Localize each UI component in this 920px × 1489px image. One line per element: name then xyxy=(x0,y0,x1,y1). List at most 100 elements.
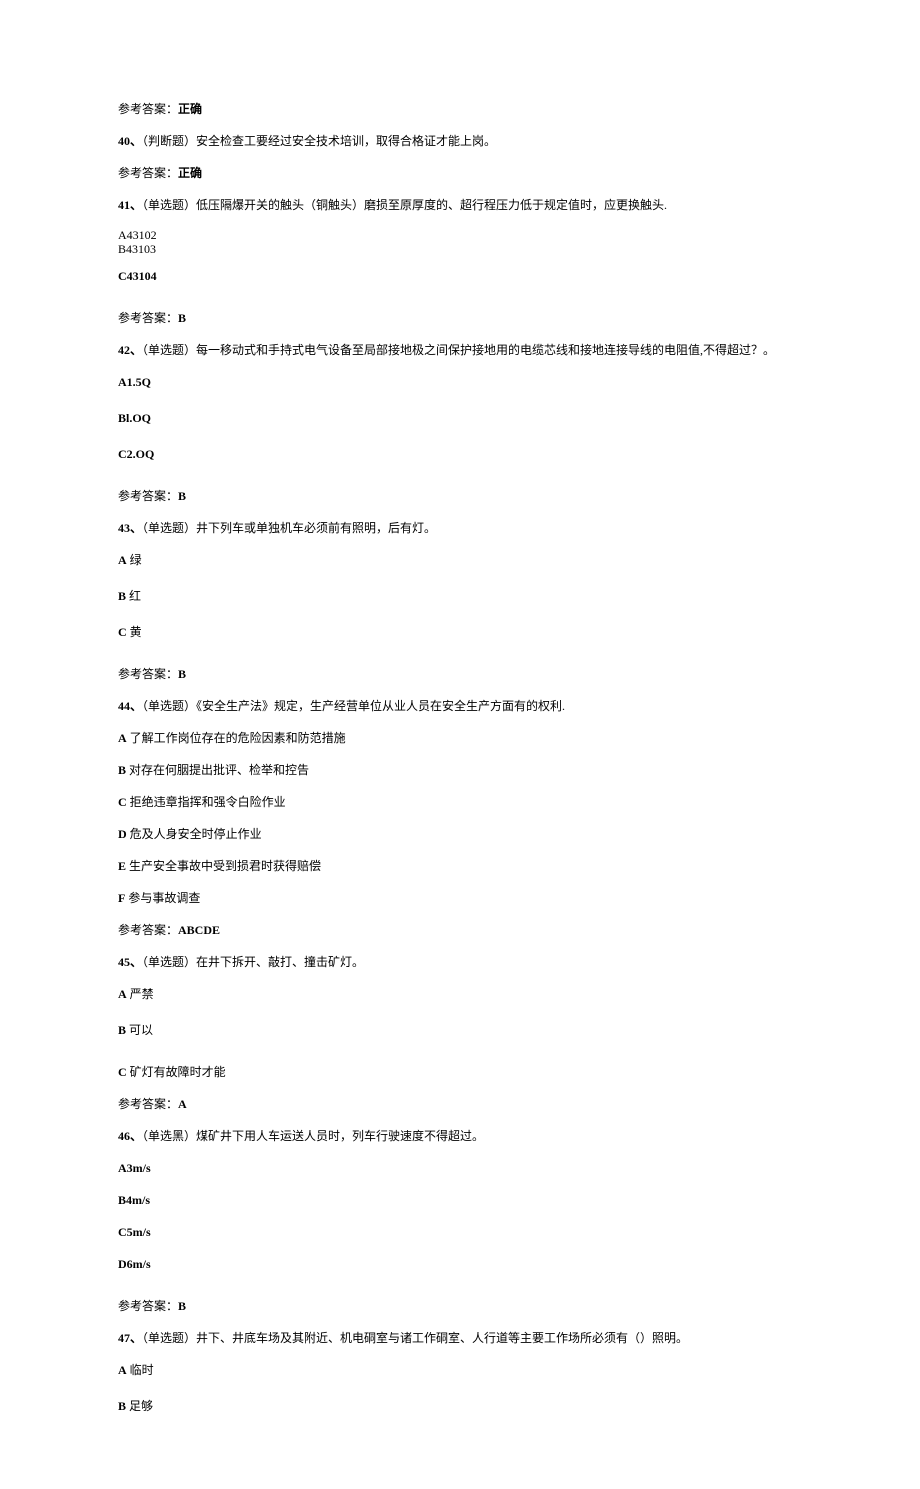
option-letter: B xyxy=(118,589,126,603)
option-a: A 了解工作岗位存在的危险因素和防范措施 xyxy=(118,729,802,747)
question-42: 42、（单选题）每一移动式和手持式电气设备至局部接地极之间保护接地用的电缆芯线和… xyxy=(118,341,802,359)
option-a: A 绿 xyxy=(118,551,802,569)
answer-value: B xyxy=(178,667,186,681)
question-40: 40、（判断题）安全检查工要经过安全技术培训，取得合格证才能上岗。 xyxy=(118,132,802,150)
question-text: 低压隔爆开关的触头（铜触头）磨损至原厚度的、超行程压力低于规定值时，应更换触头. xyxy=(196,198,667,212)
question-type: （单选题） xyxy=(142,699,196,713)
question-type: （单选黑） xyxy=(142,1129,196,1143)
option-b: B4m/s xyxy=(118,1191,802,1209)
option-f: F 参与事故调查 xyxy=(118,889,802,907)
question-46: 46、（单选黑）煤矿井下用人车运送人员时，列车行驶速度不得超过。 xyxy=(118,1127,802,1145)
option-text: 足够 xyxy=(126,1399,153,1413)
option-letter: D xyxy=(118,827,127,841)
option-letter: B xyxy=(118,1023,126,1037)
option-a: A43102 xyxy=(118,228,802,242)
option-d: D6m/s xyxy=(118,1255,802,1273)
question-number: 46、 xyxy=(118,1129,142,1143)
answer-44: 参考答案：ABCDE xyxy=(118,921,802,939)
answer-label: 参考答案： xyxy=(118,1097,178,1111)
option-a: A 严禁 xyxy=(118,985,802,1003)
question-number: 47、 xyxy=(118,1331,142,1345)
answer-value: A xyxy=(178,1097,187,1111)
option-a: A 临时 xyxy=(118,1361,802,1379)
option-c: C 拒绝违章指挥和强令白险作业 xyxy=(118,793,802,811)
answer-label: 参考答案： xyxy=(118,667,178,681)
question-44: 44、（单选题）《安全生产法》规定，生产经营单位从业人员在安全生产方面有的权利. xyxy=(118,697,802,715)
answer-46: 参考答案：B xyxy=(118,1297,802,1315)
option-text: 红 xyxy=(126,589,141,603)
question-43: 43、（单选题）井下列车或单独机车必须前有照明，后有灯。 xyxy=(118,519,802,537)
option-text: 了解工作岗位存在的危险因素和防范措施 xyxy=(127,731,346,745)
question-type: （单选题） xyxy=(142,1331,196,1345)
option-letter: A xyxy=(118,553,127,567)
option-letter: A xyxy=(118,1363,127,1377)
question-number: 41、 xyxy=(118,198,142,212)
answer-label: 参考答案： xyxy=(118,166,178,180)
answer-label: 参考答案： xyxy=(118,489,178,503)
option-a: A1.5Q xyxy=(118,373,802,391)
option-b: B 足够 xyxy=(118,1397,802,1415)
option-text: 黄 xyxy=(127,625,142,639)
question-type: （单选题） xyxy=(142,343,196,357)
option-b: B 红 xyxy=(118,587,802,605)
answer-label: 参考答案： xyxy=(118,311,178,325)
option-text: 严禁 xyxy=(127,987,154,1001)
answer-value: ABCDE xyxy=(178,923,220,937)
answer-label: 参考答案： xyxy=(118,102,178,116)
option-letter: A xyxy=(118,987,127,1001)
question-type: （单选题） xyxy=(142,198,196,212)
option-d: D 危及人身安全时停止作业 xyxy=(118,825,802,843)
option-text: 生产安全事故中受到损君时获得赔偿 xyxy=(126,859,321,873)
question-text: 井下、井底车场及其附近、机电硐室与诸工作硐室、人行道等主要工作场所必须有（）照明… xyxy=(196,1331,688,1345)
option-letter: A xyxy=(118,731,127,745)
question-41: 41、（单选题）低压隔爆开关的触头（铜触头）磨损至原厚度的、超行程压力低于规定值… xyxy=(118,196,802,214)
option-text: 拒绝违章指挥和强令白险作业 xyxy=(127,795,286,809)
question-text: 井下列车或单独机车必须前有照明，后有灯。 xyxy=(196,521,436,535)
question-text: 每一移动式和手持式电气设备至局部接地极之间保护接地用的电缆芯线和接地连接导线的电… xyxy=(196,343,775,357)
answer-41: 参考答案：B xyxy=(118,309,802,327)
option-c: C 矿灯有故障时才能 xyxy=(118,1063,802,1081)
question-text: 安全检查工要经过安全技术培训，取得合格证才能上岗。 xyxy=(196,134,496,148)
option-letter: B xyxy=(118,763,126,777)
option-e: E 生产安全事故中受到损君时获得赔偿 xyxy=(118,857,802,875)
answer-value: 正确 xyxy=(178,102,202,116)
answer-43: 参考答案：B xyxy=(118,665,802,683)
answer-40: 参考答案：正确 xyxy=(118,164,802,182)
option-text: 对存在何胭提出批评、检举和控告 xyxy=(126,763,309,777)
answer-value: 正确 xyxy=(178,166,202,180)
question-type: （单选题） xyxy=(142,955,196,969)
question-45: 45、（单选题）在井下拆开、敲打、撞击矿灯。 xyxy=(118,953,802,971)
option-text: 危及人身安全时停止作业 xyxy=(127,827,262,841)
question-text: 《安全生产法》规定，生产经营单位从业人员在安全生产方面有的权利. xyxy=(196,699,565,713)
option-text: 矿灯有故障时才能 xyxy=(127,1065,226,1079)
answer-39: 参考答案：正确 xyxy=(118,100,802,118)
option-b: B 可以 xyxy=(118,1021,802,1039)
answer-45: 参考答案：A xyxy=(118,1095,802,1113)
question-41-options-ab: A43102 B43103 xyxy=(118,228,802,257)
question-number: 44、 xyxy=(118,699,142,713)
answer-value: B xyxy=(178,489,186,503)
option-b: Bl.OQ xyxy=(118,409,802,427)
question-47: 47、（单选题）井下、井底车场及其附近、机电硐室与诸工作硐室、人行道等主要工作场… xyxy=(118,1329,802,1347)
option-text: 绿 xyxy=(127,553,142,567)
question-type: （判断题） xyxy=(142,134,196,148)
option-letter: C xyxy=(118,795,127,809)
option-letter: B xyxy=(118,1399,126,1413)
option-c: C 黄 xyxy=(118,623,802,641)
answer-label: 参考答案： xyxy=(118,923,178,937)
option-letter: C xyxy=(118,1065,127,1079)
option-text: 可以 xyxy=(126,1023,153,1037)
answer-42: 参考答案：B xyxy=(118,487,802,505)
option-c: C2.OQ xyxy=(118,445,802,463)
option-a: A3m/s xyxy=(118,1159,802,1177)
question-text: 在井下拆开、敲打、撞击矿灯。 xyxy=(196,955,364,969)
option-b: B43103 xyxy=(118,242,802,256)
option-letter: C xyxy=(118,625,127,639)
question-number: 45、 xyxy=(118,955,142,969)
option-text: 临时 xyxy=(127,1363,154,1377)
option-c: C5m/s xyxy=(118,1223,802,1241)
answer-value: B xyxy=(178,311,186,325)
option-letter: E xyxy=(118,859,126,873)
option-text: 参与事故调查 xyxy=(125,891,200,905)
question-number: 40、 xyxy=(118,134,142,148)
